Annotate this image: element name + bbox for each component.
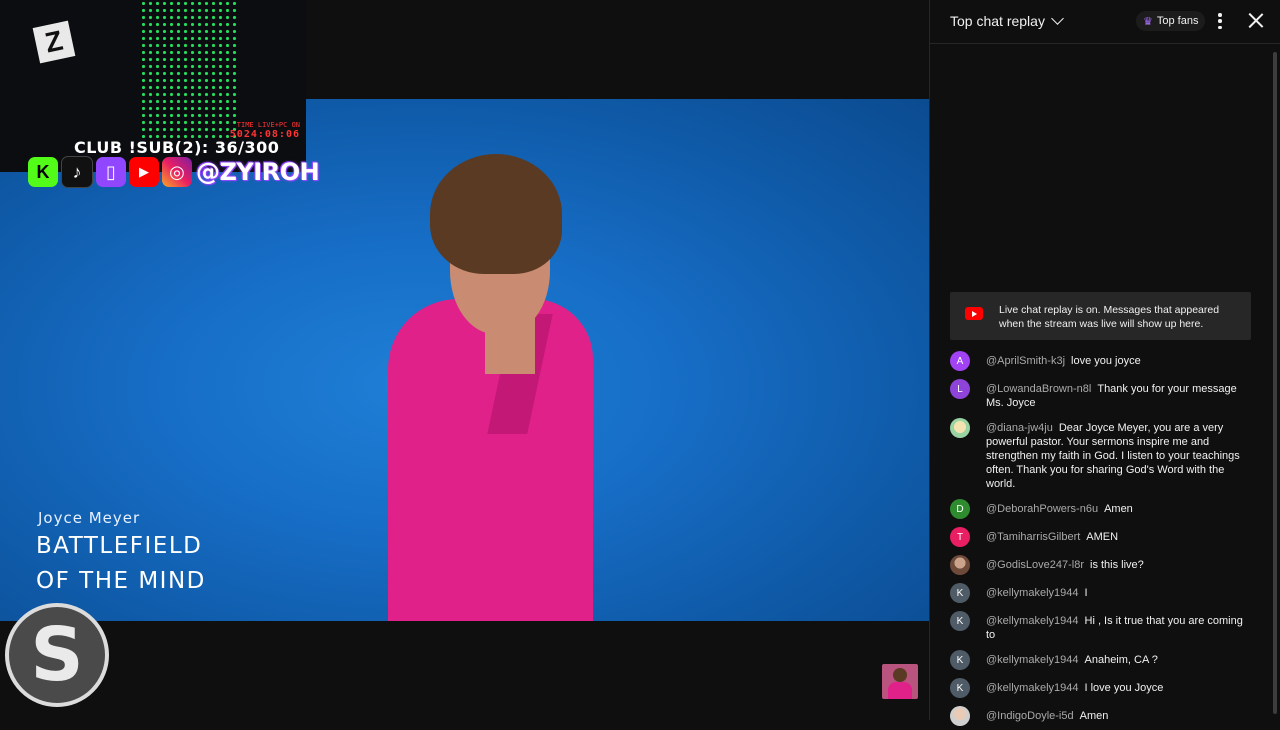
chat-message-body: @DeborahPowers-n6u Amen [986,499,1133,516]
speaker-figure [380,99,620,621]
chat-author[interactable]: @diana-jw4ju [986,422,1053,434]
avatar[interactable]: K [950,650,970,670]
chat-message-body: @IndigoDoyle-i5d Amen [986,706,1108,723]
avatar[interactable]: T [950,527,970,547]
z-logo-icon: Z [32,20,76,64]
avatar[interactable]: D [950,499,970,519]
chat-header: Top chat replay ♛ Top fans [930,0,1280,44]
tiktok-icon: ♪ [61,156,93,188]
streamer-cam-overlay: Z TIME LIVE+PC ON 5024:08:06 CLUB !SUB(2… [0,0,306,172]
top-fans-button[interactable]: ♛ Top fans [1136,11,1206,31]
chat-text: love you joyce [1071,355,1141,367]
chat-title: Top chat replay [950,13,1045,29]
sub-counter: CLUB !SUB(2): 36/300 [74,138,280,157]
avatar[interactable]: K [950,583,970,603]
chat-message-body: @kellymakely1944 Hi , Is it true that you… [986,611,1255,642]
chat-author[interactable]: @kellymakely1944 [986,682,1079,694]
show-caption: Joyce Meyer BATTLEFIELD OF THE MIND [36,509,206,597]
avatar[interactable]: K [950,678,970,698]
chat-mode-dropdown[interactable]: Top chat replay [950,12,1064,29]
chat-message-body: @kellymakely1944 I love you Joyce [986,678,1163,695]
streamer-handle: @ZYIROH [196,158,320,186]
chat-message[interactable]: T @TamiharrisGilbert AMEN [950,523,1255,551]
chat-author[interactable]: @LowandaBrown-n8l [986,383,1091,395]
chat-author[interactable]: @GodisLove247-l8r [986,559,1084,571]
chat-author[interactable]: @IndigoDoyle-i5d [986,710,1074,722]
led-lights [140,0,240,140]
chat-text: I [1084,587,1088,599]
avatar[interactable] [950,706,970,726]
chat-text: is this live? [1090,559,1144,571]
top-fans-label: Top fans [1156,15,1199,27]
video-thumbnail[interactable] [882,664,918,699]
instagram-icon: ◎ [162,157,192,187]
more-options-icon[interactable] [1216,11,1224,31]
chat-message-body: @AprilSmith-k3j love you joyce [986,351,1141,368]
chat-message[interactable]: K @kellymakely1944 Hi , Is it true that yo… [950,607,1255,646]
chat-message[interactable]: K @kellymakely1944 I love you Joyce [950,674,1255,702]
chat-message[interactable]: @IndigoDoyle-i5d Amen [950,702,1255,730]
chat-text: Anaheim, CA ? [1084,654,1158,666]
crown-icon: ♛ [1143,15,1153,28]
chat-message-body: @diana-jw4ju Dear Joyce Meyer, you are a … [986,418,1255,491]
avatar[interactable] [950,418,970,438]
chat-text: Amen [1104,503,1133,515]
avatar[interactable] [950,555,970,575]
show-title-line-1: BATTLEFIELD [36,533,203,559]
show-title-line-2: OF THE MIND [36,568,206,594]
chat-message[interactable]: D @DeborahPowers-n6u Amen [950,495,1255,523]
avatar[interactable]: L [950,379,970,399]
chat-message-body: @TamiharrisGilbert AMEN [986,527,1118,544]
timer-label: TIME LIVE+PC ON [236,121,300,129]
twitch-icon: ▯ [96,157,126,187]
live-chat-panel: Top chat replay ♛ Top fans Live chat rep… [929,0,1280,726]
kick-icon: K [28,157,58,187]
avatar[interactable]: A [950,351,970,371]
chat-message-body: @kellymakely1944 Anaheim, CA ? [986,650,1158,667]
chat-text: Amen [1079,710,1109,722]
chat-message[interactable]: K @kellymakely1944 I [950,579,1255,607]
social-links-row: K ♪ ▯ ▶ ◎ @ZYIROH [28,156,320,188]
youtube-icon: ▶ [129,157,159,187]
chat-message-body: @kellymakely1944 I [986,583,1088,600]
chat-scrollbar[interactable] [1273,52,1277,714]
chat-message[interactable]: @GodisLove247-l8r is this live? [950,551,1255,579]
chat-message[interactable]: K @kellymakely1944 Anaheim, CA ? [950,646,1255,674]
chat-message[interactable]: A @AprilSmith-k3j love you joyce [950,347,1255,375]
chat-author[interactable]: @kellymakely1944 [986,587,1079,599]
brand-s-logo: S [5,603,109,707]
show-author: Joyce Meyer [38,509,141,527]
chat-message[interactable]: L @LowandaBrown-n8l Thank you for your mes… [950,375,1255,414]
chat-message-body: @GodisLove247-l8r is this live? [986,555,1144,572]
youtube-icon [965,307,983,320]
chevron-down-icon [1051,12,1064,25]
chat-text: AMEN [1086,531,1119,543]
chat-author[interactable]: @DeborahPowers-n6u [986,503,1098,515]
close-icon[interactable] [1248,12,1264,28]
chat-author[interactable]: @kellymakely1944 [986,615,1079,627]
chat-text: I love you Joyce [1084,682,1164,694]
replay-notice: Live chat replay is on. Messages that ap… [950,292,1251,340]
chat-message-body: @LowandaBrown-n8l Thank you for your mess… [986,379,1255,410]
chat-message[interactable]: @diana-jw4ju Dear Joyce Meyer, you are a … [950,414,1255,495]
chat-message-list: A @AprilSmith-k3j love you joyce L @LowandaB… [950,347,1255,730]
chat-author[interactable]: @AprilSmith-k3j [986,355,1065,367]
chat-author[interactable]: @TamiharrisGilbert [986,531,1080,543]
chat-author[interactable]: @kellymakely1944 [986,654,1079,666]
video-player[interactable]: Joyce Meyer BATTLEFIELD OF THE MIND Z TI… [0,0,929,720]
replay-notice-text: Live chat replay is on. Messages that ap… [999,304,1220,330]
avatar[interactable]: K [950,611,970,631]
